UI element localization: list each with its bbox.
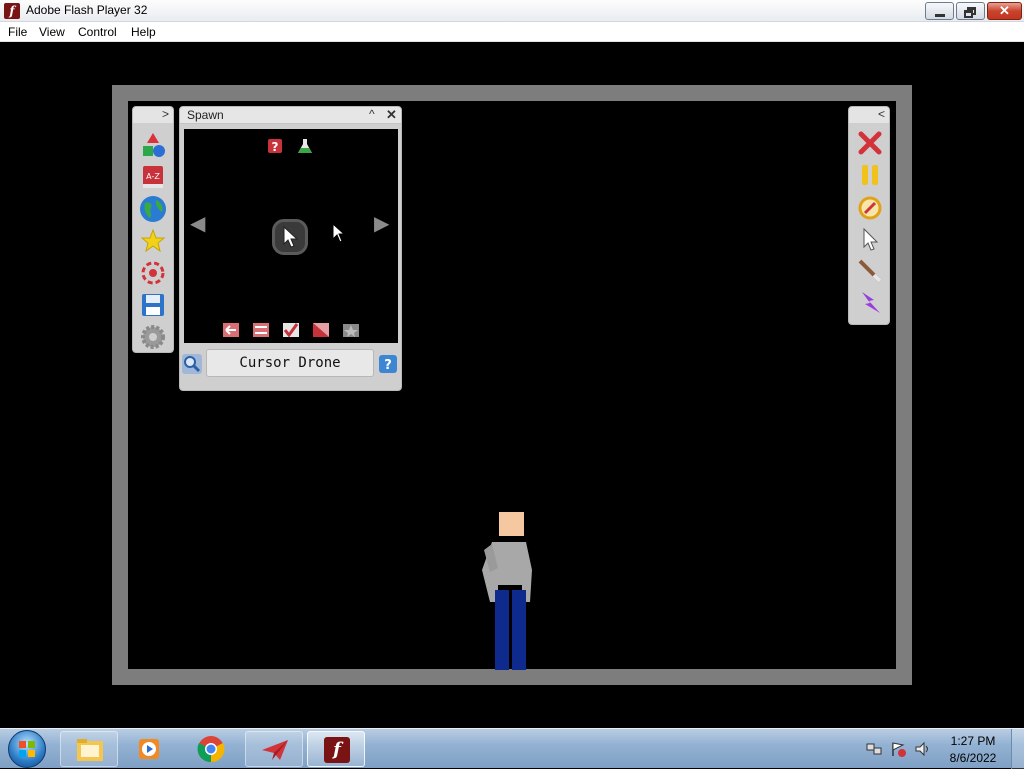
svg-text:?: ? — [384, 358, 392, 373]
selected-item-name: Cursor Drone — [206, 349, 374, 377]
swap-icon[interactable] — [252, 322, 270, 338]
ragdoll-leg-left — [495, 590, 509, 670]
collapse-icon[interactable]: ^ — [369, 107, 375, 121]
selected-item-name-text: Cursor Drone — [239, 355, 341, 371]
globe-icon[interactable] — [139, 195, 167, 223]
search-icon[interactable] — [182, 354, 202, 374]
back-arrow-icon[interactable] — [222, 322, 240, 338]
spawn-panel: Spawn ^ ✕ ? ◀ ▶ Cursor Drone ? — [179, 106, 402, 391]
minimize-icon — [935, 14, 945, 17]
next-page-icon[interactable]: ▶ — [374, 211, 389, 236]
spawn-panel-header[interactable]: Spawn ^ ✕ — [180, 107, 401, 124]
a-z-icon[interactable]: A-Z — [139, 163, 167, 191]
fill-icon[interactable] — [312, 322, 330, 338]
taskbar: f 1:27 PM 8/6/2022 — [0, 728, 1024, 769]
minimize-button[interactable] — [925, 2, 954, 20]
checkmark-icon[interactable] — [282, 322, 300, 338]
unknown-item-icon[interactable]: ? — [266, 137, 284, 155]
chrome-icon — [197, 736, 225, 763]
taskbar-send-app[interactable] — [245, 731, 303, 767]
volume-icon[interactable] — [914, 741, 930, 757]
menu-bar: File View Control Help — [0, 22, 1024, 42]
lightning-icon[interactable] — [856, 289, 884, 317]
right-toolbar-header[interactable]: < — [849, 107, 889, 123]
compass-icon[interactable] — [856, 193, 884, 221]
shapes-icon[interactable] — [139, 131, 167, 159]
clock-time[interactable]: 1:27 PM — [947, 734, 999, 748]
ragdoll-character[interactable] — [470, 510, 550, 670]
show-desktop-button[interactable] — [1011, 729, 1024, 769]
taskbar-media-player[interactable] — [120, 731, 178, 767]
menu-control[interactable]: Control — [78, 25, 117, 39]
ragdoll-leg-right — [512, 590, 526, 670]
clock-date[interactable]: 8/6/2022 — [945, 751, 1001, 765]
cursor-drone-icon — [283, 226, 299, 248]
expand-arrow-icon[interactable]: > — [162, 107, 169, 121]
crate-icon[interactable] — [342, 322, 360, 338]
window-title: Adobe Flash Player 32 — [26, 3, 148, 17]
close-icon: ✕ — [999, 3, 1010, 18]
taskbar-chrome[interactable] — [182, 731, 240, 767]
flask-icon[interactable] — [296, 137, 314, 155]
target-icon[interactable] — [139, 259, 167, 287]
restore-button[interactable] — [956, 2, 985, 20]
close-button[interactable]: ✕ — [987, 2, 1022, 20]
right-toolbar: < — [848, 106, 890, 325]
prev-page-icon[interactable]: ◀ — [190, 211, 205, 236]
left-toolbar: > A-Z — [132, 106, 174, 353]
taskbar-explorer[interactable] — [60, 731, 118, 767]
menu-help[interactable]: Help — [131, 25, 156, 39]
svg-text:A-Z: A-Z — [146, 172, 160, 181]
mouse-pointer-icon — [332, 223, 346, 243]
windows-logo-icon — [19, 741, 35, 757]
media-player-icon — [139, 739, 159, 759]
restore-icon-back — [964, 10, 973, 18]
menu-view[interactable]: View — [39, 25, 65, 39]
spawn-item-grid: ? ◀ ▶ — [184, 129, 398, 343]
network-icon[interactable] — [866, 741, 882, 757]
action-center-flag-icon[interactable] — [890, 741, 906, 757]
save-icon[interactable] — [139, 291, 167, 319]
flash-player-icon: f — [324, 737, 350, 763]
folder-icon — [77, 739, 103, 761]
menu-file[interactable]: File — [8, 25, 27, 39]
wand-icon[interactable] — [856, 257, 884, 285]
spawn-close-icon[interactable]: ✕ — [386, 107, 397, 123]
paper-plane-icon — [262, 740, 288, 760]
pause-icon[interactable] — [856, 161, 884, 189]
spawn-panel-title: Spawn — [187, 108, 224, 122]
collapse-arrow-icon[interactable]: < — [878, 107, 885, 121]
window-titlebar: f Adobe Flash Player 32 ✕ — [0, 0, 1024, 22]
gear-icon[interactable] — [139, 323, 167, 351]
taskbar-flash-player[interactable]: f — [307, 731, 365, 767]
star-icon[interactable] — [139, 227, 167, 255]
ragdoll-head — [499, 512, 524, 536]
delete-x-icon[interactable] — [856, 129, 884, 157]
cursor-drone-tile[interactable] — [272, 219, 308, 255]
pointer-tool-icon[interactable] — [856, 225, 884, 253]
start-button[interactable] — [8, 730, 46, 768]
flash-app-icon: f — [4, 3, 20, 19]
left-toolbar-header[interactable]: > — [133, 107, 173, 123]
svg-text:?: ? — [272, 140, 279, 154]
help-icon[interactable]: ? — [378, 354, 398, 374]
